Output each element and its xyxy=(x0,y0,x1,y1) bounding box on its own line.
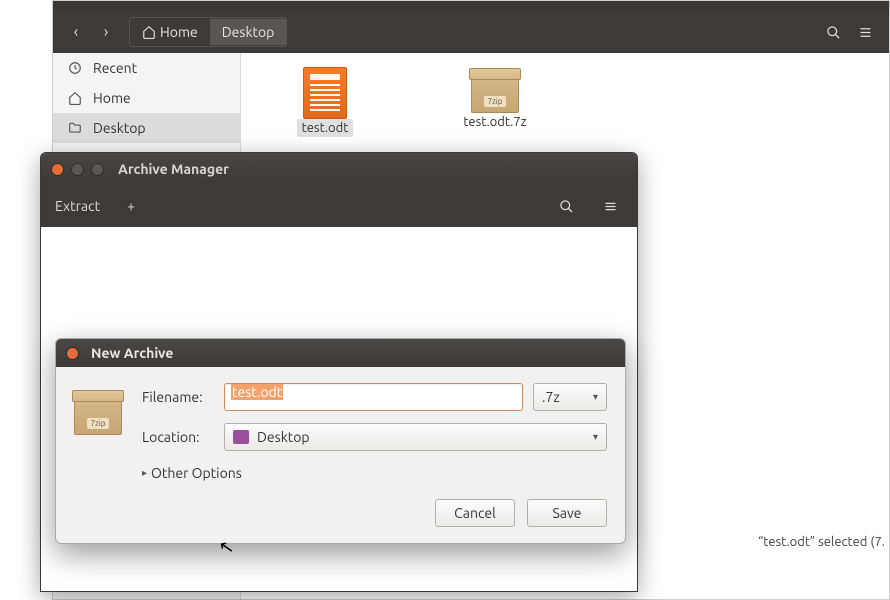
extract-label: Extract xyxy=(55,198,100,214)
chevron-down-icon: ▾ xyxy=(593,391,598,403)
disclosure-triangle-icon: ▸ xyxy=(142,467,147,479)
dialog-buttons: Cancel Save xyxy=(56,495,625,543)
filename-value: test.odt xyxy=(231,384,283,400)
path-seg-current[interactable]: Desktop xyxy=(210,19,287,45)
sidebar-item-label: Desktop xyxy=(93,120,146,136)
location-row: Location: Desktop ▾ xyxy=(142,423,607,451)
archive-tag: 7zip xyxy=(87,418,110,429)
nav-forward-button[interactable]: › xyxy=(91,17,121,47)
chevron-right-icon: › xyxy=(104,23,109,41)
file-tile-test-odt-7z[interactable]: 7zip test.odt.7z xyxy=(435,67,555,131)
nav-back-button[interactable]: ‹ xyxy=(61,17,91,47)
file-manager-titlebar xyxy=(53,1,889,11)
sidebar-item-desktop[interactable]: Desktop xyxy=(53,113,240,143)
dialog-body: 7zip Filename: test.odt .7z ▾ Location: xyxy=(56,367,625,495)
folder-icon xyxy=(67,121,83,135)
status-text: “test.odt” selected (7. xyxy=(758,535,885,549)
window-buttons xyxy=(51,163,104,176)
dialog-close-button[interactable] xyxy=(66,347,79,360)
archive-box-icon: 7zip xyxy=(74,395,122,435)
sidebar-item-home[interactable]: Home xyxy=(53,83,240,113)
extract-button[interactable]: Extract xyxy=(55,198,100,214)
other-options-disclosure[interactable]: ▸ Other Options xyxy=(142,465,607,481)
file-label: test.odt.7z xyxy=(458,113,531,131)
other-options-label: Other Options xyxy=(151,465,242,481)
archive-search-button[interactable] xyxy=(553,193,579,219)
archive-manager-titlebar[interactable]: Archive Manager xyxy=(41,153,637,185)
plus-icon: + xyxy=(127,198,135,214)
home-icon xyxy=(67,91,83,105)
path-seg-home[interactable]: Home xyxy=(130,19,210,45)
search-button[interactable] xyxy=(817,17,849,47)
clock-icon xyxy=(67,61,83,75)
save-label: Save xyxy=(552,505,581,521)
save-button[interactable]: Save xyxy=(527,499,607,527)
archive-manager-title: Archive Manager xyxy=(118,161,229,177)
file-manager-toolbar: ‹ › Home Desktop xyxy=(53,11,889,53)
chevron-left-icon: ‹ xyxy=(74,23,79,41)
sidebar-item-recent[interactable]: Recent xyxy=(53,53,240,83)
path-seg-home-label: Home xyxy=(160,24,198,40)
path-seg-current-label: Desktop xyxy=(222,24,275,40)
document-icon xyxy=(303,67,347,119)
search-icon xyxy=(826,25,841,40)
chevron-down-icon: ▾ xyxy=(593,431,598,443)
dialog-title: New Archive xyxy=(91,345,173,361)
sidebar-item-label: Recent xyxy=(93,60,137,76)
archive-box-icon: 7zip xyxy=(471,73,519,113)
dialog-form: Filename: test.odt .7z ▾ Location: Deskt… xyxy=(142,383,607,481)
sidebar-item-label: Home xyxy=(93,90,131,106)
window-maximize-button[interactable] xyxy=(91,163,104,176)
path-bar: Home Desktop xyxy=(129,17,287,47)
cancel-button[interactable]: Cancel xyxy=(435,499,515,527)
desktop-folder-icon xyxy=(233,430,249,444)
extension-select[interactable]: .7z ▾ xyxy=(533,383,607,411)
filename-row: Filename: test.odt .7z ▾ xyxy=(142,383,607,411)
archive-tag: 7zip xyxy=(484,96,507,107)
add-button[interactable]: + xyxy=(118,193,144,219)
file-tile-test-odt[interactable]: test.odt xyxy=(265,67,385,137)
dialog-icon: 7zip xyxy=(74,383,126,481)
hamburger-menu-button[interactable] xyxy=(597,193,623,219)
file-label: test.odt xyxy=(297,119,354,137)
window-close-button[interactable] xyxy=(51,163,64,176)
new-archive-dialog: New Archive 7zip Filename: test.odt .7z … xyxy=(55,338,626,544)
hamburger-icon xyxy=(603,199,618,214)
location-value: Desktop xyxy=(257,429,310,445)
filename-input[interactable]: test.odt xyxy=(224,383,523,411)
filename-label: Filename: xyxy=(142,389,214,405)
status-bar: “test.odt” selected (7. xyxy=(754,529,889,555)
view-list-button[interactable] xyxy=(849,17,881,47)
search-icon xyxy=(559,199,574,214)
home-icon xyxy=(142,25,156,39)
dialog-titlebar[interactable]: New Archive xyxy=(56,339,625,367)
location-label: Location: xyxy=(142,429,214,445)
cancel-label: Cancel xyxy=(454,505,496,521)
extension-value: .7z xyxy=(542,389,560,405)
location-select[interactable]: Desktop ▾ xyxy=(224,423,607,451)
archive-manager-toolbar: Extract + xyxy=(41,185,637,227)
window-minimize-button[interactable] xyxy=(71,163,84,176)
list-view-icon xyxy=(858,25,873,40)
